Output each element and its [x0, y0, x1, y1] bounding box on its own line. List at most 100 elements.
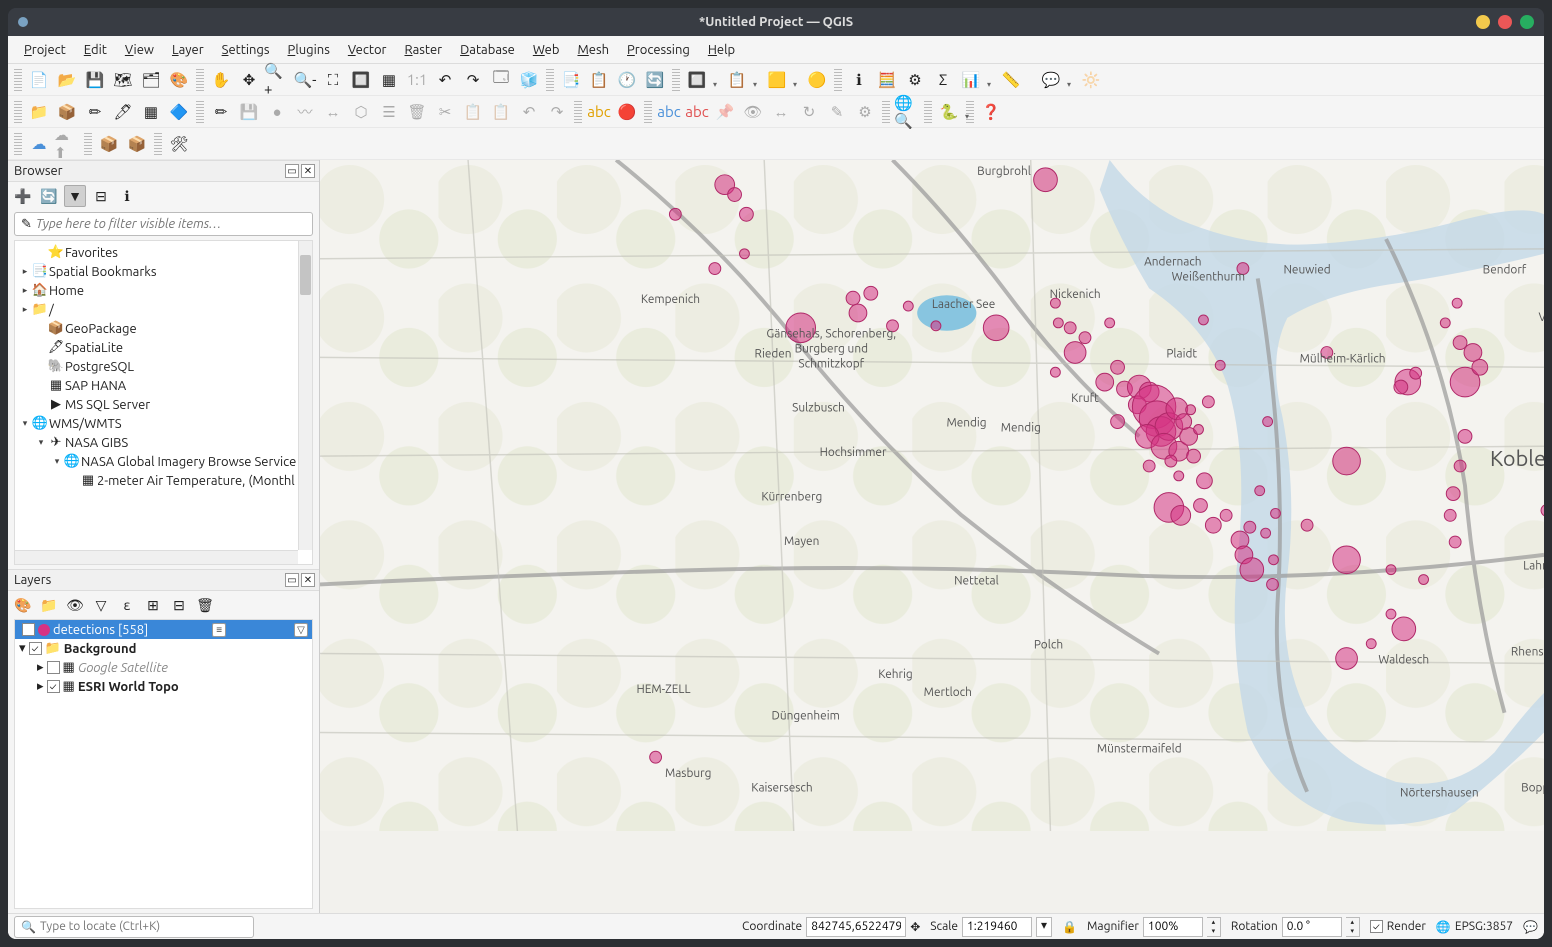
scrollbar[interactable]	[298, 241, 312, 550]
locator[interactable]: 🔍	[14, 916, 254, 938]
expand-icon[interactable]: ▸	[37, 679, 44, 694]
layers-tree[interactable]: ✓ detections [558]≡▽▾✓📁 Background▸▦ Goo…	[14, 619, 313, 909]
zoom-last-button[interactable]: ↶	[432, 67, 458, 93]
menu-mesh[interactable]: Mesh	[569, 41, 617, 59]
map-tips-button[interactable]: 💬	[1038, 67, 1064, 93]
scrollbar-h[interactable]	[15, 550, 298, 564]
menu-processing[interactable]: Processing	[619, 41, 698, 59]
browser-item[interactable]: ▸🏠Home	[15, 281, 312, 300]
rotation-input[interactable]	[1282, 917, 1342, 937]
browser-tree[interactable]: ⭐Favorites▸📑Spatial Bookmarks▸🏠Home▸📁/📦G…	[14, 240, 313, 565]
visibility-checkbox[interactable]: ✓	[22, 623, 35, 636]
measure-button[interactable]: 📏	[998, 67, 1024, 93]
add-layer-button[interactable]: ➕	[12, 185, 34, 207]
field-calculator-button[interactable]: 🧮	[874, 67, 900, 93]
show-bookmarks-button[interactable]: 📋	[586, 67, 612, 93]
lock-scale-button[interactable]: 🔒	[1062, 920, 1077, 934]
attribute-table-button[interactable]: 📊	[958, 67, 984, 93]
menu-plugins[interactable]: Plugins	[280, 41, 338, 59]
new-geopackage-button[interactable]: ✏	[82, 99, 108, 125]
collapse-all-layers-button[interactable]: ⊟	[168, 594, 190, 616]
browser-close-button[interactable]: ✕	[301, 164, 315, 178]
rotation-spinner[interactable]: ▴▾	[1346, 917, 1360, 937]
expand-icon[interactable]: ▾	[35, 437, 47, 448]
browser-item[interactable]: 🐘PostgreSQL	[15, 357, 312, 376]
expand-icon[interactable]: ▸	[19, 266, 31, 277]
menu-view[interactable]: View	[117, 41, 162, 59]
help-button[interactable]: ❓	[978, 99, 1004, 125]
new-project-button[interactable]: 📄	[26, 67, 52, 93]
zoom-selection-button[interactable]: 🔲	[348, 67, 374, 93]
menu-raster[interactable]: Raster	[396, 41, 450, 59]
menu-layer[interactable]: Layer	[164, 41, 212, 59]
menu-edit[interactable]: Edit	[76, 41, 115, 59]
collapse-all-button[interactable]: ⊟	[90, 185, 112, 207]
label-toolbar-button[interactable]: abc	[656, 99, 682, 125]
menu-project[interactable]: Project	[16, 41, 74, 59]
layers-close-button[interactable]: ✕	[301, 573, 315, 587]
visibility-checkbox[interactable]	[47, 661, 60, 674]
filter-icon[interactable]: ▽	[294, 623, 308, 637]
tools-button[interactable]: 🛠	[166, 131, 192, 157]
properties-widget-button[interactable]: ℹ	[116, 185, 138, 207]
zoom-in-button[interactable]: 🔍+	[264, 67, 290, 93]
menu-settings[interactable]: Settings	[214, 41, 278, 59]
expand-icon[interactable]: ▾	[19, 641, 26, 656]
menu-help[interactable]: Help	[700, 41, 743, 59]
browser-item[interactable]: 📦GeoPackage	[15, 319, 312, 338]
refresh-button[interactable]: 🔄	[642, 67, 668, 93]
magnifier-spinner[interactable]: ▴▾	[1207, 917, 1221, 937]
open-project-button[interactable]: 📂	[54, 67, 80, 93]
select-all-button[interactable]: 🟡	[804, 67, 830, 93]
expand-icon[interactable]: ▾	[51, 456, 63, 467]
expand-icon[interactable]: ▾	[19, 418, 31, 429]
minimize-button[interactable]	[1476, 15, 1490, 29]
scale-dropdown[interactable]: ▾	[1036, 917, 1052, 937]
browser-item[interactable]: ▦2-meter Air Temperature, (Monthl	[15, 471, 312, 490]
browser-item[interactable]: 🖋SpatiaLite	[15, 338, 312, 357]
menu-web[interactable]: Web	[525, 41, 568, 59]
new-bookmark-button[interactable]: 📑	[558, 67, 584, 93]
labeling-button[interactable]: abc	[586, 99, 612, 125]
style-manager-button[interactable]: 🎨	[166, 67, 192, 93]
zoom-layer-button[interactable]: ▦	[376, 67, 402, 93]
browser-filter-input[interactable]	[36, 217, 306, 231]
remove-layer-button[interactable]: 🗑	[194, 594, 216, 616]
select-by-value-button[interactable]: 📋	[724, 67, 750, 93]
pan-to-selection-button[interactable]: ✥	[236, 67, 262, 93]
toolbox-button[interactable]: ⚙	[902, 67, 928, 93]
hide-labels-button[interactable]: abc	[684, 99, 710, 125]
deselect-button[interactable]: 🟨	[764, 67, 790, 93]
expand-icon[interactable]: ▸	[19, 285, 31, 296]
filter-indicator-icon[interactable]: ≡	[212, 623, 226, 637]
browser-item[interactable]: ▦SAP HANA	[15, 376, 312, 395]
coordinate-input[interactable]	[806, 917, 906, 937]
diagram-button[interactable]: 🔴	[614, 99, 640, 125]
browser-item[interactable]: ▸📑Spatial Bookmarks	[15, 262, 312, 281]
messages-button[interactable]: 💬	[1523, 920, 1538, 934]
expand-all-button[interactable]: ⊞	[142, 594, 164, 616]
maximize-button[interactable]	[1498, 15, 1512, 29]
browser-item[interactable]: ▸📁/	[15, 300, 312, 319]
package-button-1[interactable]: 📦	[96, 131, 122, 157]
add-group-button[interactable]: 📁	[38, 594, 60, 616]
extents-button[interactable]: ✥	[910, 920, 920, 934]
layers-undock-button[interactable]: ▭	[285, 573, 299, 587]
zoom-out-button[interactable]: 🔍-	[292, 67, 318, 93]
menu-database[interactable]: Database	[452, 41, 523, 59]
visibility-checkbox[interactable]: ✓	[29, 642, 42, 655]
visibility-button[interactable]: 👁	[64, 594, 86, 616]
select-features-button[interactable]: 🔲	[684, 67, 710, 93]
close-button[interactable]	[1520, 15, 1534, 29]
magnifier-input[interactable]	[1143, 917, 1203, 937]
layer-row[interactable]: ▸✓▦ ESRI World Topo	[15, 677, 312, 696]
metasearch-button[interactable]: 🌐🔍	[894, 99, 920, 125]
data-source-manager-button[interactable]: 📦	[54, 99, 80, 125]
browser-item[interactable]: ▶MS SQL Server	[15, 395, 312, 414]
expand-icon[interactable]: ▸	[37, 660, 44, 675]
temporal-controller-button[interactable]: 🕐	[614, 67, 640, 93]
browser-undock-button[interactable]: ▭	[285, 164, 299, 178]
browser-item[interactable]: ⭐Favorites	[15, 243, 312, 262]
expression-filter-button[interactable]: ε	[116, 594, 138, 616]
render-checkbox[interactable]: ✓	[1370, 920, 1383, 933]
